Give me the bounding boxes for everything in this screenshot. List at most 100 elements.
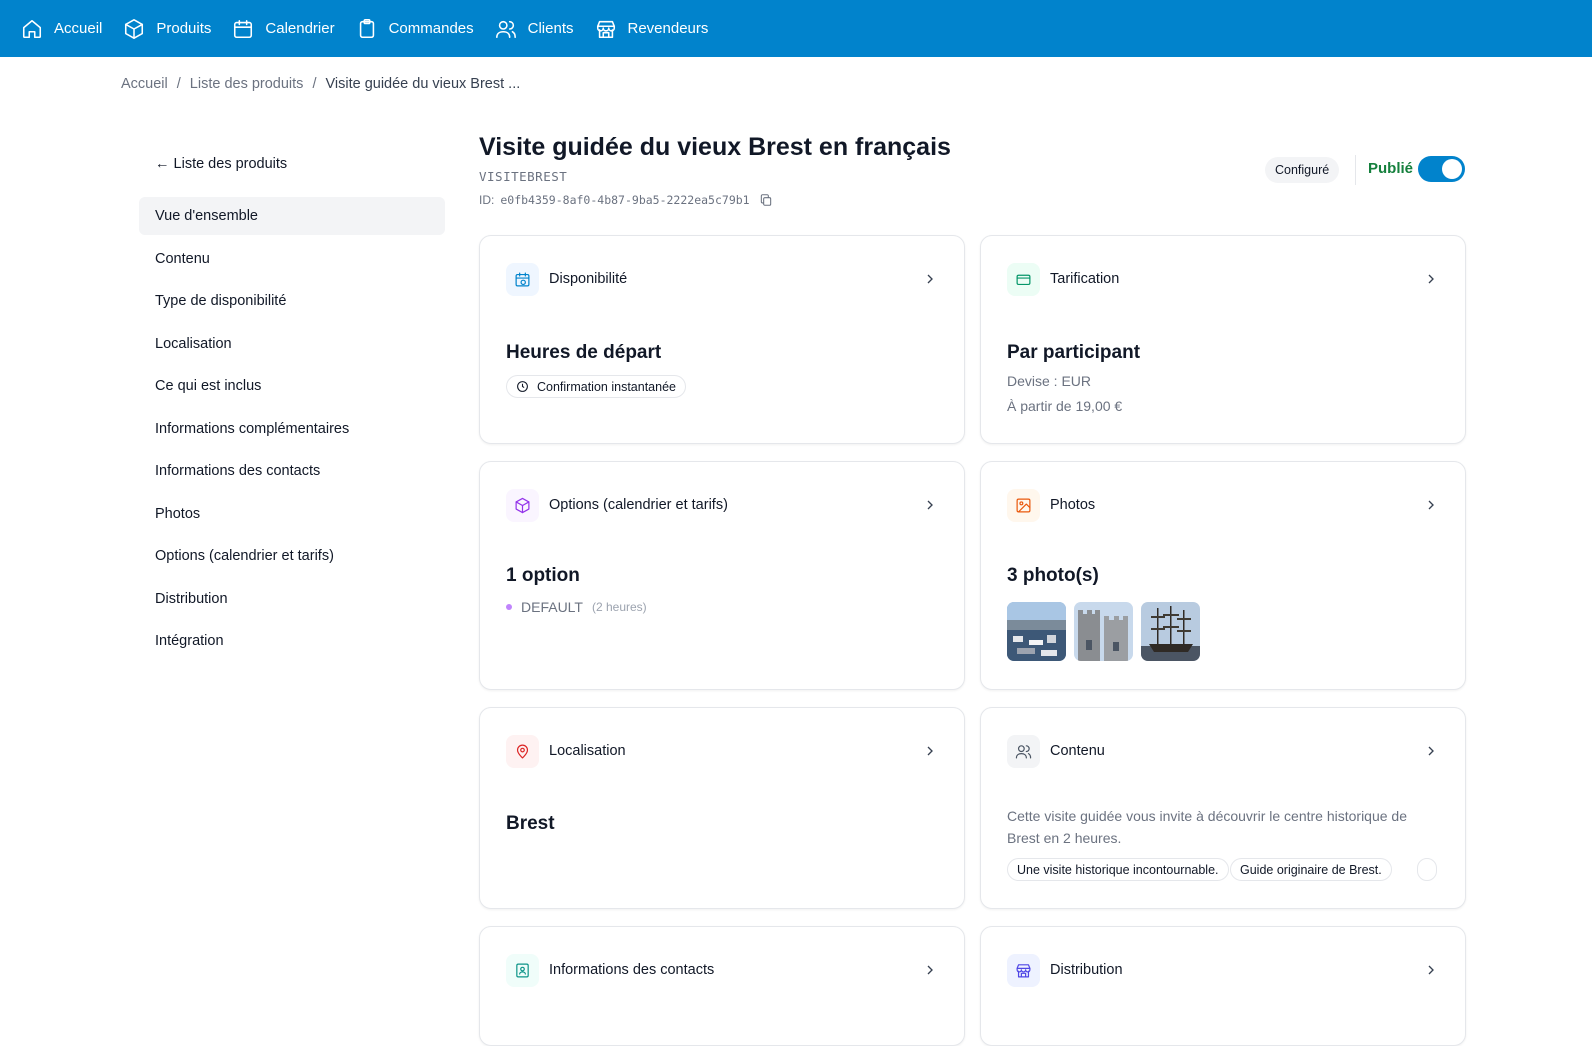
- sidebar-item-availability-type[interactable]: Type de disponibilité: [139, 282, 445, 320]
- chevron-right-icon: [1428, 746, 1434, 756]
- sidebar-item-included[interactable]: Ce qui est inclus: [139, 367, 445, 405]
- published-toggle[interactable]: [1418, 156, 1465, 182]
- card-header: Contenu: [1007, 734, 1439, 768]
- breadcrumb-separator: /: [312, 76, 317, 92]
- page-title: Visite guidée du vieux Brest en français: [479, 133, 951, 161]
- breadcrumb-separator: /: [176, 76, 181, 92]
- toggle-knob: [1442, 159, 1462, 179]
- clipboard-icon: [359, 18, 374, 38]
- availability-card[interactable]: Disponibilité Heures de départ Confirmat…: [479, 235, 965, 444]
- calendar-clock-icon: [515, 272, 530, 286]
- card-header: Options (calendrier et tarifs): [506, 488, 938, 522]
- nav-item-revendeurs[interactable]: Revendeurs: [595, 18, 708, 40]
- users-icon: [495, 20, 516, 38]
- distribution-card[interactable]: Distribution: [980, 926, 1466, 1046]
- nav-item-clients[interactable]: Clients: [495, 18, 574, 40]
- icon-box: [1007, 734, 1040, 768]
- chevron-right-icon: [927, 274, 933, 284]
- photo-thumbnail-tall-ship[interactable]: [1141, 602, 1200, 661]
- pill-label: Confirmation instantanée: [537, 379, 676, 394]
- top-navigation: Accueil Produits Calendrier Commandes Cl…: [0, 0, 1592, 57]
- chevron-right-icon: [927, 746, 933, 756]
- breadcrumb-home[interactable]: Accueil: [121, 76, 168, 92]
- nav-item-produits[interactable]: Produits: [123, 18, 211, 40]
- option-item: DEFAULT (2 heures): [506, 599, 647, 615]
- icon-box: [506, 953, 539, 987]
- contacts-card[interactable]: Informations des contacts: [479, 926, 965, 1046]
- nav-item-calendrier[interactable]: Calendrier: [232, 18, 335, 40]
- breadcrumb: Accueil / Liste des produits / Visite gu…: [121, 76, 520, 92]
- status-badge: Configuré: [1265, 157, 1340, 183]
- sidebar-item-overview[interactable]: Vue d'ensemble: [139, 197, 445, 235]
- contact-card-icon: [516, 963, 529, 977]
- product-code: VISITEBREST: [479, 169, 568, 184]
- nav-label: Produits: [156, 20, 212, 37]
- sidebar-item-location[interactable]: Localisation: [139, 325, 445, 363]
- nav-item-accueil[interactable]: Accueil: [21, 18, 102, 40]
- sidebar-item-photos[interactable]: Photos: [139, 495, 445, 533]
- card-header: Distribution: [1007, 953, 1439, 987]
- image-icon: [1016, 498, 1031, 512]
- card-title: Localisation: [549, 743, 626, 759]
- chevron-right-icon: [927, 965, 933, 975]
- nav-label: Clients: [527, 20, 574, 37]
- card-header: Photos: [1007, 488, 1439, 522]
- nav-label: Commandes: [388, 20, 474, 37]
- card-header: Disponibilité: [506, 262, 938, 296]
- sidebar: Vue d'ensemble Contenu Type de disponibi…: [139, 197, 445, 665]
- icon-box: [506, 488, 539, 522]
- sidebar-item-additional-info[interactable]: Informations complémentaires: [139, 410, 445, 448]
- price-from-text: À partir de 19,00 €: [1007, 398, 1123, 414]
- chevron-right-icon: [927, 500, 933, 510]
- calendar-icon: [234, 19, 253, 38]
- content-tag: Une visite historique incontournable.: [1007, 858, 1229, 881]
- availability-headline: Heures de départ: [506, 342, 662, 363]
- chevron-right-icon: [1428, 500, 1434, 510]
- nav-label: Calendrier: [265, 20, 335, 37]
- content-card[interactable]: Contenu Cette visite guidée vous invite …: [980, 707, 1466, 909]
- sidebar-item-content[interactable]: Contenu: [139, 240, 445, 278]
- card-title: Disponibilité: [549, 271, 628, 287]
- cube-icon: [125, 18, 144, 39]
- sidebar-item-distribution[interactable]: Distribution: [139, 580, 445, 618]
- location-card[interactable]: Localisation Brest: [479, 707, 965, 909]
- icon-box: [1007, 953, 1040, 987]
- options-headline: 1 option: [506, 565, 580, 586]
- icon-box: [506, 734, 539, 768]
- photo-thumbnail-harbor[interactable]: [1007, 602, 1066, 661]
- breadcrumb-product-list[interactable]: Liste des produits: [190, 76, 304, 92]
- sidebar-item-contacts[interactable]: Informations des contacts: [139, 452, 445, 490]
- photos-headline: 3 photo(s): [1007, 565, 1099, 586]
- card-header: Localisation: [506, 734, 938, 768]
- package-icon: [515, 497, 530, 513]
- store-icon: [596, 20, 615, 38]
- sidebar-item-integration[interactable]: Intégration: [139, 622, 445, 660]
- photo-thumbnails: [1007, 602, 1208, 661]
- store-icon: [1016, 963, 1031, 977]
- chevron-right-icon: [1428, 274, 1434, 284]
- options-card[interactable]: Options (calendrier et tarifs) 1 option …: [479, 461, 965, 690]
- back-to-product-list-link[interactable]: ← Liste des produits: [155, 156, 287, 172]
- icon-box: [1007, 488, 1040, 522]
- photo-thumbnail-castle[interactable]: [1074, 602, 1133, 661]
- location-headline: Brest: [506, 813, 555, 834]
- photos-card[interactable]: Photos 3 photo(s): [980, 461, 1466, 690]
- sidebar-item-options[interactable]: Options (calendrier et tarifs): [139, 537, 445, 575]
- map-pin-icon: [516, 744, 529, 758]
- card-title: Informations des contacts: [549, 962, 715, 978]
- card-title: Options (calendrier et tarifs): [549, 497, 728, 513]
- published-label: Publié: [1368, 160, 1414, 177]
- currency-text: Devise : EUR: [1007, 373, 1092, 389]
- card-header: Informations des contacts: [506, 953, 938, 987]
- pricing-card[interactable]: Tarification Par participant Devise : EU…: [980, 235, 1466, 444]
- id-label: ID:: [479, 193, 495, 207]
- card-title: Photos: [1050, 497, 1096, 513]
- credit-card-icon: [1016, 274, 1031, 285]
- icon-box: [506, 262, 539, 296]
- nav-item-commandes[interactable]: Commandes: [356, 18, 474, 40]
- users-icon: [1015, 744, 1032, 758]
- copy-icon[interactable]: [759, 193, 773, 207]
- card-header: Tarification: [1007, 262, 1439, 296]
- card-title: Distribution: [1050, 962, 1123, 978]
- product-id: e0fb4359-8af0-4b87-9ba5-2222ea5c79b1: [500, 193, 750, 207]
